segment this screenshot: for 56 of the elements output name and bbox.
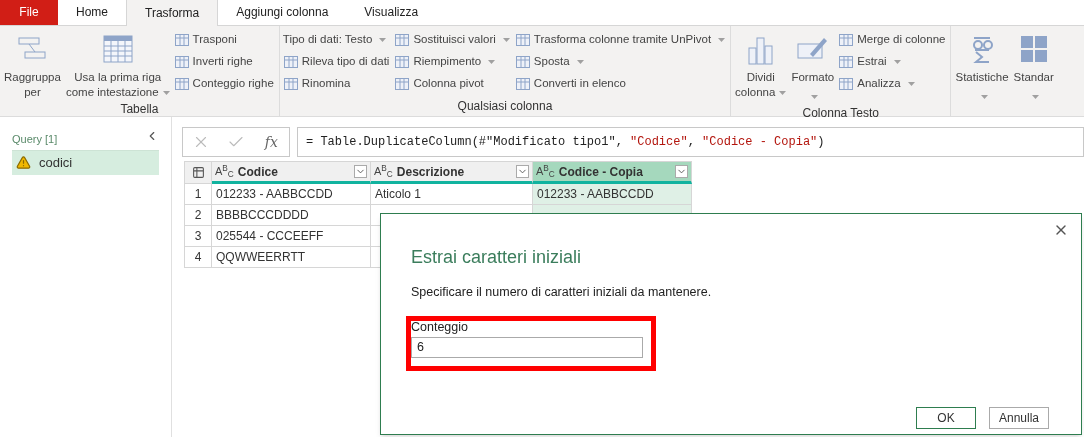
ribbon-item[interactable]: Converti in elenco: [514, 74, 726, 93]
ribbon-tab[interactable]: Home: [58, 0, 126, 25]
table-cell: Aticolo 1: [371, 184, 533, 205]
cancel-button[interactable]: Annulla: [989, 406, 1049, 429]
row-number: 3: [184, 226, 212, 247]
table-cell: QQWWEERRTT: [212, 247, 371, 268]
row-number: 4: [184, 247, 212, 268]
table-cell: 012233 - AABBCCDD: [212, 184, 371, 205]
queries-header: Query [1]: [12, 132, 58, 147]
column-name: Descrizione: [396, 163, 466, 181]
ribbon-item[interactable]: Rileva tipo di dati: [282, 52, 390, 71]
ribbon-item[interactable]: Sposta: [514, 52, 726, 71]
table-cell: BBBBCCCDDDD: [212, 205, 371, 226]
ribbon-item[interactable]: Riempimento: [394, 52, 510, 71]
column-header[interactable]: A$^{B}$$_{C}$ Codice: [212, 161, 371, 184]
column-header[interactable]: A$^{B}$$_{C}$ Descrizione: [371, 161, 533, 184]
formula-field[interactable]: = Table.DuplicateColumn(#"Modificato tipo1", "Codice", "Codice - Copia"): [297, 127, 1084, 157]
group-label: Tabella: [119, 101, 160, 118]
row-number: 1: [184, 184, 212, 205]
column-name: Codice - Copia: [558, 163, 644, 181]
query-name: codici: [39, 153, 73, 172]
ribbon-tab[interactable]: Visualizza: [346, 0, 437, 25]
ribbon-button[interactable]: Statistiche: [954, 30, 1010, 104]
ok-button[interactable]: OK: [916, 406, 976, 429]
ribbon-item[interactable]: Inverti righe: [173, 52, 274, 71]
ribbon-button[interactable]: Dividi colonna: [734, 30, 788, 104]
fx-button[interactable]: fx: [253, 131, 289, 153]
file-menu-button[interactable]: File: [0, 0, 58, 25]
ribbon-button[interactable]: Standar: [1012, 30, 1055, 104]
ribbon-item[interactable]: Conteggio righe: [173, 74, 274, 93]
column-header[interactable]: A$^{B}$$_{C}$ Codice - Copia: [533, 161, 692, 184]
table-cell: 025544 - CCCEEFF: [212, 226, 371, 247]
ribbon-tab[interactable]: Aggiungi colonna: [218, 0, 347, 25]
ribbon-item[interactable]: Colonna pivot: [394, 74, 510, 93]
ribbon-item[interactable]: Sostituisci valori: [394, 30, 510, 49]
ribbon-tab[interactable]: Trasforma: [126, 0, 219, 26]
field-label: Conteggio: [411, 319, 469, 334]
ribbon-item[interactable]: Analizza: [838, 74, 946, 93]
table-cell: 012233 - AABBCCDD: [533, 184, 692, 205]
ribbon-button[interactable]: Raggruppa per: [3, 30, 62, 100]
group-label: Colonna Testo: [801, 105, 881, 122]
ribbon-item[interactable]: Merge di colonne: [838, 30, 946, 49]
ribbon-item[interactable]: Trasponi: [173, 30, 274, 49]
ribbon-button[interactable]: Formato: [790, 30, 836, 104]
column-name: Codice: [237, 163, 279, 181]
count-field[interactable]: 6: [411, 336, 643, 358]
ribbon-item[interactable]: Rinomina: [282, 74, 390, 93]
ribbon-item[interactable]: Estrai: [838, 52, 946, 71]
ribbon-button[interactable]: Usa la prima riga come intestazione: [64, 30, 171, 100]
row-number: 2: [184, 205, 212, 226]
ribbon-item[interactable]: Trasforma colonne tramite UnPivot: [514, 30, 726, 49]
dialog-description: Specificare il numero di caratteri iniziali da mantenere.: [411, 284, 713, 301]
ribbon-item[interactable]: Tipo di dati: Testo: [282, 30, 390, 49]
dialog-title: Estrai caratteri iniziali: [411, 246, 583, 269]
query-item[interactable]: codici: [12, 150, 159, 175]
group-label: Qualsiasi colonna: [456, 98, 554, 115]
